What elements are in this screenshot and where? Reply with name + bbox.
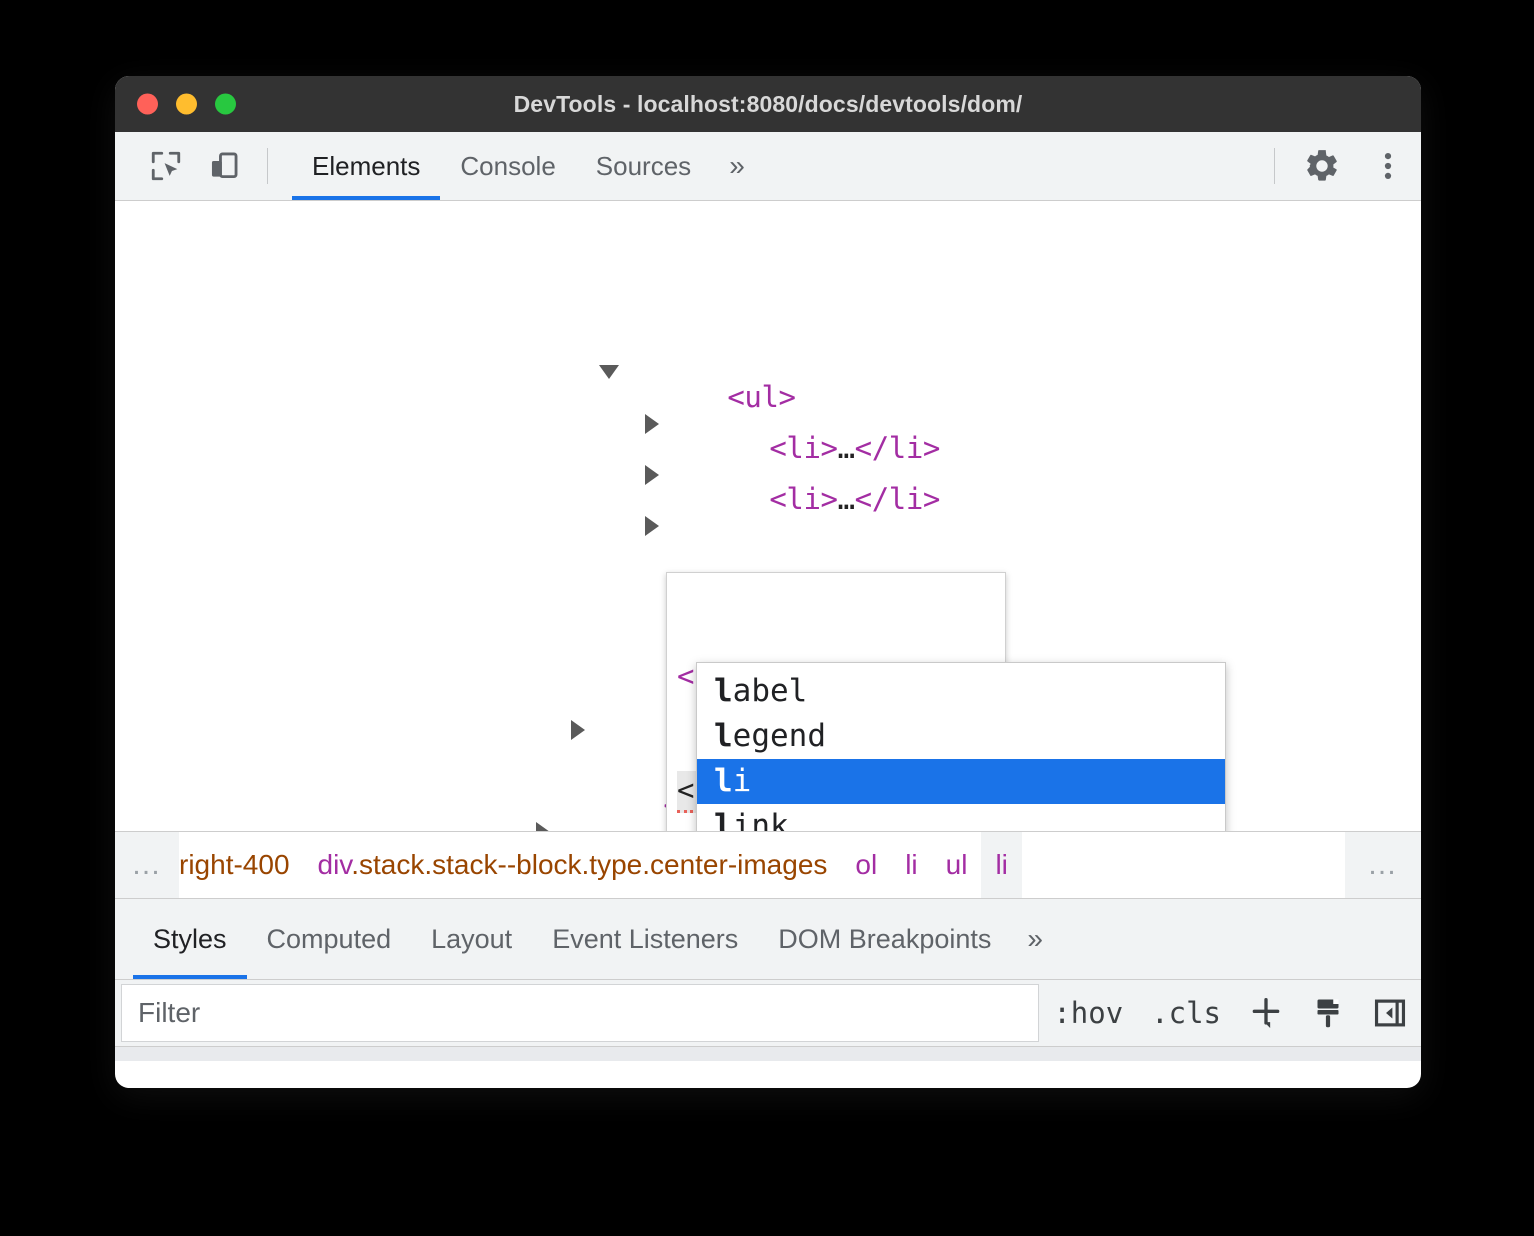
tab-computed[interactable]: Computed xyxy=(247,899,412,979)
disclosure-triangle-h3-reorder[interactable] xyxy=(536,822,550,831)
autocomplete-prefix: l xyxy=(714,763,733,799)
disclosure-triangle-ul[interactable] xyxy=(599,365,619,379)
more-sidebar-tabs-icon[interactable]: » xyxy=(1011,899,1059,979)
cls-button[interactable]: .cls xyxy=(1137,980,1235,1046)
tab-elements[interactable]: Elements xyxy=(292,132,440,200)
breadcrumb-label: li xyxy=(995,849,1007,881)
breadcrumb-label: right-400 xyxy=(179,849,290,881)
breadcrumb-label: ol xyxy=(855,849,877,881)
sidebar-pane-tab-list: Styles Computed Layout Event Listeners D… xyxy=(115,898,1421,980)
tab-sources-label: Sources xyxy=(596,151,691,182)
tab-console[interactable]: Console xyxy=(440,132,575,200)
filter-input[interactable] xyxy=(121,984,1039,1042)
styles-filter-toolbar: :hov .cls xyxy=(115,980,1421,1046)
kebab-menu-icon[interactable] xyxy=(1355,132,1421,200)
tab-layout[interactable]: Layout xyxy=(411,899,532,979)
breadcrumb: … right-400 div.stack.stack--block.type.… xyxy=(115,831,1421,898)
autocomplete-item-legend[interactable]: legend xyxy=(697,714,1225,759)
traffic-light-group xyxy=(137,94,236,115)
breadcrumb-item-li-selected[interactable]: li xyxy=(981,832,1021,898)
tab-layout-label: Layout xyxy=(431,924,512,955)
disclosure-triangle-li-1[interactable] xyxy=(645,414,659,434)
tab-styles-label: Styles xyxy=(153,924,227,955)
autocomplete-rest: ink xyxy=(733,808,789,831)
paintbrush-icon[interactable] xyxy=(1297,980,1359,1046)
tab-computed-label: Computed xyxy=(267,924,392,955)
toolbar-right-group xyxy=(1260,132,1421,200)
disclosure-triangle-li-2[interactable] xyxy=(645,465,659,485)
autocomplete-prefix: l xyxy=(714,673,733,709)
autocomplete-prefix: l xyxy=(714,718,733,754)
minimize-window-button[interactable] xyxy=(176,94,197,115)
autocomplete-prefix: l xyxy=(714,808,733,831)
more-tabs-icon[interactable]: » xyxy=(711,132,763,200)
tab-dom-breakpoints[interactable]: DOM Breakpoints xyxy=(758,899,1011,979)
tab-styles[interactable]: Styles xyxy=(133,899,247,979)
autocomplete-rest: abel xyxy=(733,673,808,709)
breadcrumb-item-li-outer[interactable]: li xyxy=(891,832,931,898)
breadcrumb-item-right-400[interactable]: right-400 xyxy=(179,832,304,898)
devtools-main-toolbar: Elements Console Sources » xyxy=(115,132,1421,201)
dom-text: <li> xyxy=(769,482,837,516)
tab-event-listeners[interactable]: Event Listeners xyxy=(532,899,758,979)
breadcrumb-overflow-left[interactable]: … xyxy=(115,832,179,898)
toolbar-divider-right xyxy=(1274,148,1275,184)
window-title: DevTools - localhost:8080/docs/devtools/… xyxy=(115,91,1421,118)
toolbar-divider-left xyxy=(267,148,268,184)
breadcrumb-label: li xyxy=(905,849,917,881)
breadcrumb-label: ul xyxy=(946,849,968,881)
tab-event-listeners-label: Event Listeners xyxy=(552,924,738,955)
dom-tree-panel[interactable]: <ul> <li>…</li> <li>…</li> </ul> </li> <… xyxy=(115,201,1421,831)
dom-text: </li> xyxy=(855,482,940,516)
dom-node-li-2[interactable]: <li>…</li> xyxy=(667,448,940,550)
tab-dom-breakpoints-label: DOM Breakpoints xyxy=(778,924,991,955)
inspect-element-icon[interactable] xyxy=(137,132,195,200)
plus-icon[interactable] xyxy=(1235,980,1297,1046)
maximize-window-button[interactable] xyxy=(215,94,236,115)
autocomplete-item-link[interactable]: link xyxy=(697,804,1225,831)
panel-tab-list: Elements Console Sources » xyxy=(292,132,763,200)
breadcrumb-label-classes: .stack.stack--block.type.center-images xyxy=(351,849,827,880)
breadcrumb-overflow-right[interactable]: … xyxy=(1345,832,1421,898)
autocomplete-rest: egend xyxy=(733,718,826,754)
autocomplete-rest: i xyxy=(733,763,752,799)
disclosure-triangle-li-4[interactable] xyxy=(571,720,585,740)
breadcrumb-item-ul[interactable]: ul xyxy=(932,832,982,898)
tab-console-label: Console xyxy=(460,151,555,182)
breadcrumb-label: div.stack.stack--block.type.center-image… xyxy=(318,849,828,881)
autocomplete-item-li[interactable]: li xyxy=(697,759,1225,804)
tag-autocomplete-popup[interactable]: label legend li link xyxy=(696,662,1226,831)
tab-elements-label: Elements xyxy=(312,151,420,182)
close-window-button[interactable] xyxy=(137,94,158,115)
breadcrumb-item-ol[interactable]: ol xyxy=(841,832,891,898)
device-toolbar-icon[interactable] xyxy=(195,132,253,200)
hov-button[interactable]: :hov xyxy=(1039,980,1137,1046)
autocomplete-item-label[interactable]: label xyxy=(697,669,1225,714)
window-titlebar: DevTools - localhost:8080/docs/devtools/… xyxy=(115,76,1421,132)
disclosure-triangle-li-3[interactable] xyxy=(645,516,659,536)
tab-sources[interactable]: Sources xyxy=(576,132,711,200)
breadcrumb-item-div-stack[interactable]: div.stack.stack--block.type.center-image… xyxy=(304,832,842,898)
devtools-window: DevTools - localhost:8080/docs/devtools/… xyxy=(115,76,1421,1088)
dom-text: … xyxy=(838,482,855,516)
toggle-sidebar-icon[interactable] xyxy=(1359,980,1421,1046)
panel-bottom-strip xyxy=(115,1046,1421,1061)
gear-icon[interactable] xyxy=(1289,132,1355,200)
